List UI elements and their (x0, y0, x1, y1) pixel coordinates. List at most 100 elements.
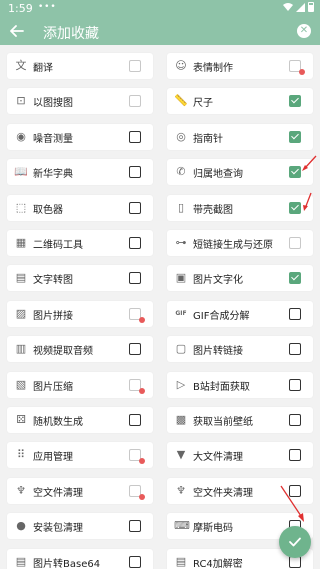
favorite-checkbox[interactable] (129, 555, 141, 568)
video-audio-icon: ▥ (15, 342, 27, 356)
tool-item[interactable]: ▼ 大文件清理 (167, 442, 313, 469)
tool-item[interactable]: ▯ 带壳截图 (167, 194, 313, 221)
tool-label: GIF合成分解 (193, 310, 250, 322)
tool-item[interactable]: ♆ 空文件清理 (7, 477, 153, 504)
favorite-checkbox (129, 60, 141, 72)
tool-label: 图片压缩 (33, 381, 73, 393)
confirm-fab-button[interactable] (279, 526, 311, 558)
status-time: 1:59 (8, 2, 33, 15)
tool-item[interactable]: ▩ 获取当前壁纸 (167, 407, 313, 433)
app-bar: 添加收藏 ✕ (0, 18, 320, 45)
status-icons (283, 2, 314, 12)
close-circle-icon[interactable]: ✕ (297, 24, 311, 38)
tool-label: 翻译 (33, 63, 53, 74)
tool-label: 文字转图 (33, 275, 73, 287)
tool-label: 指南针 (193, 133, 223, 145)
favorite-checkbox[interactable] (289, 201, 301, 214)
dice-icon: ⚄ (16, 413, 26, 426)
tool-item[interactable]: 📏 尺子 (167, 88, 313, 115)
tool-item[interactable]: ♆ 空文件夹清理 (167, 477, 313, 504)
image-join-icon: ▨ (15, 306, 27, 320)
tool-label: 二维码工具 (33, 240, 83, 251)
base64-icon: ▤ (15, 554, 27, 568)
tool-label: 视频提取音频 (33, 346, 93, 358)
gif-icon: GIF (175, 309, 187, 317)
favorite-checkbox[interactable] (129, 166, 141, 179)
broom-folder-icon: ♆ (176, 483, 186, 497)
tool-item[interactable]: ⚄ 随机数生成 (7, 407, 153, 433)
tool-label: B站封面获取 (193, 381, 250, 393)
smiley-icon: ☺ (175, 59, 187, 72)
image-text-icon: ▣ (175, 271, 187, 285)
tool-item[interactable]: GIF GIF合成分解 (167, 300, 313, 327)
favorite-checkbox[interactable] (289, 95, 301, 108)
tool-item[interactable]: ▤ 图片转Base64 (7, 548, 153, 569)
dictionary-icon: 📖 (14, 165, 28, 179)
image-search-icon: ⊡ (16, 94, 26, 108)
tool-label: 摩斯电码 (193, 523, 233, 535)
tool-label: 空文件夹清理 (193, 487, 253, 499)
favorite-checkbox[interactable] (289, 484, 301, 497)
wallpaper-icon: ▩ (175, 413, 187, 426)
red-badge-dot (139, 387, 145, 394)
compass-icon: ◎ (176, 129, 186, 143)
favorite-checkbox[interactable] (289, 449, 301, 462)
file-clean-icon: ▼ (176, 448, 186, 462)
favorite-checkbox[interactable] (129, 414, 141, 426)
favorite-checkbox[interactable] (289, 343, 301, 356)
favorite-checkbox[interactable] (129, 130, 141, 143)
favorite-checkbox[interactable] (129, 237, 141, 249)
favorite-checkbox[interactable] (289, 378, 301, 391)
tool-item[interactable]: ✆ 归属地查询 (167, 159, 313, 186)
tool-label: 尺子 (193, 98, 213, 110)
image-link-icon: ▢ (175, 342, 187, 356)
tool-label: 以图搜图 (33, 98, 73, 110)
tool-item[interactable]: ⠿ 应用管理 (7, 442, 153, 469)
favorite-checkbox[interactable] (289, 272, 301, 285)
tool-item[interactable]: ▦ 二维码工具 (7, 230, 153, 256)
tool-item[interactable]: ☺ 表情制作 (167, 53, 313, 79)
tool-item[interactable]: 文翻译 (7, 53, 153, 79)
color-picker-icon: ⬚ (15, 200, 27, 214)
tool-item[interactable]: ▨ 图片拼接 (7, 300, 153, 327)
tool-item[interactable]: ▷ B站封面获取 (167, 371, 313, 398)
wifi-icon (283, 3, 293, 11)
tool-label: 新华字典 (33, 169, 73, 181)
tool-label: 图片拼接 (33, 310, 73, 322)
favorite-checkbox[interactable] (129, 272, 141, 285)
back-arrow-icon[interactable] (10, 24, 24, 38)
tool-item[interactable]: ▣ 图片文字化 (167, 265, 313, 292)
favorite-checkbox[interactable] (129, 520, 141, 533)
tool-label: 安装包清理 (33, 523, 83, 535)
tool-item[interactable]: ⬚ 取色器 (7, 194, 153, 221)
check-icon (289, 537, 301, 547)
tool-item[interactable]: ▢ 图片转链接 (167, 336, 313, 363)
tool-label: 带壳截图 (193, 204, 233, 216)
favorite-checkbox[interactable] (289, 414, 301, 426)
noise-icon: ◉ (16, 129, 26, 143)
tool-item[interactable]: ◎ 指南针 (167, 123, 313, 150)
favorite-checkbox[interactable] (289, 307, 301, 320)
tool-item[interactable]: ◉ 噪音测量 (7, 123, 153, 150)
tool-item[interactable]: ▤ 文字转图 (7, 265, 153, 292)
tool-item[interactable]: 📖 新华字典 (7, 159, 153, 186)
favorite-checkbox[interactable] (289, 130, 301, 143)
favorite-checkbox[interactable] (289, 166, 301, 179)
favorite-checkbox[interactable] (129, 201, 141, 214)
red-badge-dot (139, 493, 145, 500)
tool-item[interactable]: ▧ 图片压缩 (7, 371, 153, 398)
tool-item[interactable]: ⊶ 短链接生成与还原 (167, 230, 313, 256)
tool-label: RC4加解密 (193, 558, 243, 569)
tool-label: 大文件清理 (193, 452, 243, 464)
tool-label: 归属地查询 (193, 169, 243, 181)
favorite-checkbox (289, 237, 301, 249)
tool-label: 图片转链接 (193, 346, 243, 358)
qr-code-icon: ▦ (15, 236, 27, 249)
tool-item[interactable]: ▥ 视频提取音频 (7, 336, 153, 363)
lock-icon: ▤ (175, 554, 187, 568)
apps-grid-icon: ⠿ (16, 448, 26, 462)
favorite-checkbox[interactable] (129, 343, 141, 356)
tool-item[interactable]: ⊡ 以图搜图 (7, 88, 153, 115)
tool-label: 空文件清理 (33, 487, 83, 499)
tool-item[interactable]: ● 安装包清理 (7, 513, 153, 540)
